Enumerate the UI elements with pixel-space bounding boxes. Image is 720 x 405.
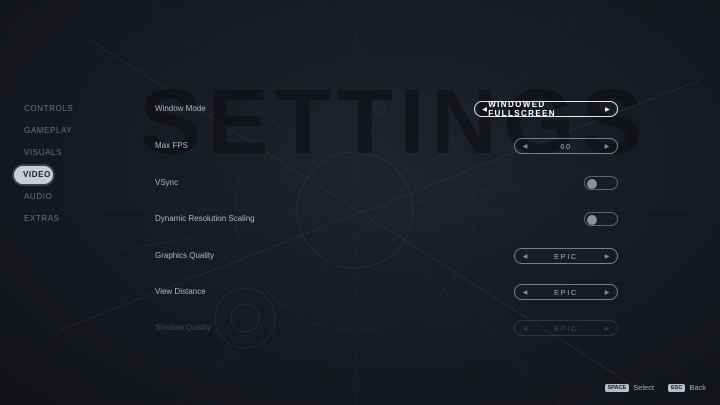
view-distance-row: View Distance ◀ EPIC ▶ <box>155 284 620 304</box>
max-fps-row: Max FPS ◀ 60 ▶ <box>155 138 620 158</box>
nav-item-extras[interactable]: EXTRAS <box>14 210 74 228</box>
vsync-toggle[interactable] <box>584 176 618 190</box>
arrow-right-icon[interactable]: ▶ <box>603 143 611 150</box>
settings-nav: CONTROLS GAMEPLAY VISUALS VIDEO AUDIO EX… <box>14 100 74 232</box>
nav-item-audio[interactable]: AUDIO <box>14 188 74 206</box>
window-mode-selector[interactable]: ◀ WINDOWED FULLSCREEN ▶ <box>474 100 618 118</box>
space-key-badge: SPACE <box>604 383 630 392</box>
shadow-quality-selector[interactable]: ◀ EPIC ▶ <box>514 320 618 336</box>
back-hint[interactable]: Back <box>689 383 706 392</box>
arrow-left-icon[interactable]: ◀ <box>521 253 529 260</box>
window-mode-value: WINDOWED FULLSCREEN <box>488 100 556 118</box>
max-fps-value: 60 <box>560 141 572 151</box>
view-distance-selector[interactable]: ◀ EPIC ▶ <box>514 284 618 300</box>
view-distance-value: EPIC <box>554 287 578 297</box>
nav-item-visuals[interactable]: VISUALS <box>14 144 74 162</box>
dynamic-resolution-label: Dynamic Resolution Scaling <box>155 214 255 223</box>
nav-item-video[interactable]: VIDEO <box>14 166 53 184</box>
settings-watermark: SETTINGS <box>140 71 649 173</box>
graphics-quality-row: Graphics Quality ◀ EPIC ▶ <box>155 248 620 268</box>
arrow-left-icon[interactable]: ◀ <box>521 325 529 332</box>
arrow-left-icon[interactable]: ◀ <box>481 106 488 113</box>
shadow-quality-value: EPIC <box>554 323 578 333</box>
max-fps-label: Max FPS <box>155 141 188 150</box>
nav-item-controls[interactable]: CONTROLS <box>14 100 74 118</box>
arrow-right-icon[interactable]: ▶ <box>603 253 611 260</box>
arrow-right-icon[interactable]: ▶ <box>603 289 611 296</box>
dynamic-resolution-row: Dynamic Resolution Scaling <box>155 211 620 231</box>
window-mode-row: Window Mode ◀ WINDOWED FULLSCREEN ▶ <box>155 100 620 121</box>
view-distance-label: View Distance <box>155 287 206 296</box>
shadow-quality-row: Shadow Quality ◀ EPIC ▶ <box>155 320 620 340</box>
arrow-right-icon[interactable]: ▶ <box>604 106 611 113</box>
nav-item-gameplay[interactable]: GAMEPLAY <box>14 122 74 140</box>
toggle-knob <box>587 214 597 225</box>
arrow-right-icon[interactable]: ▶ <box>603 325 611 332</box>
arrow-left-icon[interactable]: ◀ <box>521 289 529 296</box>
graphics-quality-value: EPIC <box>554 251 578 261</box>
vsync-row: VSync <box>155 175 620 195</box>
graphics-quality-label: Graphics Quality <box>155 251 215 260</box>
toggle-knob <box>587 178 597 189</box>
esc-key-badge: ESC <box>668 383 686 392</box>
dynamic-resolution-toggle[interactable] <box>584 212 618 226</box>
settings-screen: SETTINGS CONTROLS GAMEPLAY VISUALS VIDEO… <box>0 0 720 405</box>
graphics-quality-selector[interactable]: ◀ EPIC ▶ <box>514 248 618 264</box>
background-diagram <box>0 0 720 405</box>
footer-hints: SPACE Select ESC Back <box>604 383 706 392</box>
max-fps-selector[interactable]: ◀ 60 ▶ <box>514 138 618 154</box>
vsync-label: VSync <box>155 178 179 187</box>
window-mode-label: Window Mode <box>155 104 206 113</box>
arrow-left-icon[interactable]: ◀ <box>521 143 529 150</box>
shadow-quality-label: Shadow Quality <box>155 323 212 332</box>
select-hint[interactable]: Select <box>633 383 654 392</box>
